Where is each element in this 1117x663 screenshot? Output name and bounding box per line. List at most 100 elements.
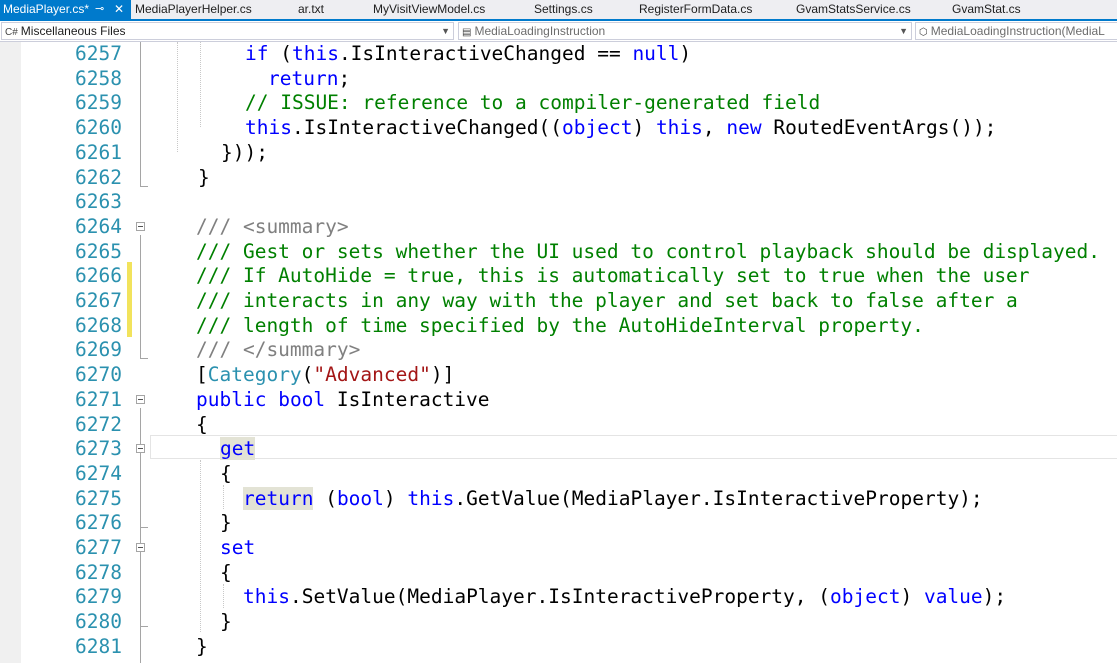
code-line[interactable]: 6265 /// Gest or sets whether the UI use… <box>21 240 1117 265</box>
line-text: this.IsInteractiveChanged((object) this,… <box>245 116 997 140</box>
code-line[interactable]: 6267 /// interacts in any way with the p… <box>21 289 1117 314</box>
editor-margin <box>0 42 21 663</box>
tab-label: MyVisitViewModel.cs <box>373 2 486 16</box>
line-number: 6263 <box>75 190 122 214</box>
tab-gvamstat-cs[interactable]: GvamStat.cs <box>952 0 1021 19</box>
line-text: } <box>220 610 232 634</box>
line-text: if (this.IsInteractiveChanged == null) <box>245 42 692 65</box>
line-text: get <box>220 437 256 461</box>
line-text: this.SetValue(MediaPlayer.IsInteractiveP… <box>243 585 1007 609</box>
code-line[interactable]: 6280 } <box>21 610 1117 635</box>
csharp-file-icon: C# <box>5 27 18 38</box>
code-line[interactable]: 6258 return; <box>21 67 1117 92</box>
line-text: /// If AutoHide = true, this is automati… <box>196 264 1030 288</box>
line-text: /// length of time specified by the Auto… <box>196 313 924 337</box>
line-text: } <box>196 634 208 658</box>
code-line[interactable]: 6262 } <box>21 166 1117 191</box>
tab-registerformdata-cs[interactable]: RegisterFormData.cs <box>639 0 752 19</box>
line-text: return; <box>268 66 351 90</box>
line-number: 6277 <box>75 536 122 559</box>
code-line[interactable]: 6273 get <box>21 437 1117 462</box>
line-number: 6276 <box>75 511 122 535</box>
line-text: /// interacts in any way with the player… <box>196 289 1018 312</box>
code-line[interactable]: 6274 { <box>21 462 1117 487</box>
code-line[interactable]: 6260 this.IsInteractiveChanged((object) … <box>21 116 1117 141</box>
tab-label: GvamStatsService.cs <box>796 2 911 16</box>
class-icon: ▤ <box>462 27 472 38</box>
code-line[interactable]: 6257 if (this.IsInteractiveChanged == nu… <box>21 42 1117 67</box>
code-line[interactable]: 6275 return (bool) this.GetValue(MediaPl… <box>21 486 1117 512</box>
pin-icon[interactable]: ⊸ <box>95 0 104 19</box>
project-dropdown-value: Miscellaneous Files <box>20 24 126 38</box>
type-dropdown-value: MediaLoadingInstruction <box>474 24 606 38</box>
tab-label: GvamStat.cs <box>952 2 1021 16</box>
line-number: 6267 <box>75 289 122 312</box>
line-text: public bool IsInteractive <box>196 387 490 411</box>
member-dropdown[interactable]: ⬡ MediaLoadingInstruction(MediaL <box>915 22 1117 40</box>
line-text: /// <summary> <box>196 214 349 238</box>
tab-mediaplayerhelper-cs[interactable]: MediaPlayerHelper.cs <box>135 0 252 19</box>
document-tab-bar: MediaPlayer.cs* ⊸ ✕ MediaPlayerHelper.cs… <box>0 0 1117 21</box>
chevron-down-icon: ▼ <box>899 26 908 36</box>
line-number: 6280 <box>75 610 122 634</box>
line-number: 6259 <box>75 91 122 115</box>
type-dropdown[interactable]: ▤ MediaLoadingInstruction ▼ <box>458 22 912 40</box>
line-text: // ISSUE: reference to a compiler-genera… <box>245 91 821 115</box>
line-number: 6262 <box>75 165 122 189</box>
code-line[interactable]: 6281 } <box>21 635 1117 660</box>
close-icon[interactable]: ✕ <box>114 0 124 19</box>
code-line[interactable]: 6279 this.SetValue(MediaPlayer.IsInterac… <box>21 585 1117 610</box>
tab-label: MediaPlayer.cs* <box>3 2 90 16</box>
line-text: { <box>220 461 232 485</box>
line-text: } <box>220 511 232 535</box>
code-line[interactable]: 6268 /// length of time specified by the… <box>21 314 1117 339</box>
code-editor[interactable]: 6257 if (this.IsInteractiveChanged == nu… <box>0 42 1117 663</box>
line-text: } <box>198 165 210 189</box>
code-line[interactable]: 6278 { <box>21 561 1117 586</box>
tab-myvisitviewmodel-cs[interactable]: MyVisitViewModel.cs <box>373 0 485 19</box>
line-number: 6281 <box>75 634 122 658</box>
line-text: set <box>220 536 256 559</box>
code-line[interactable]: 6266 /// If AutoHide = true, this is aut… <box>21 264 1117 289</box>
line-number: 6258 <box>75 66 122 90</box>
line-number: 6271 <box>75 387 122 411</box>
line-text: })); <box>221 140 268 164</box>
code-line[interactable]: 6282 <box>21 660 1117 663</box>
line-text: /// </summary> <box>196 338 361 362</box>
code-line[interactable]: 6269 /// </summary> <box>21 338 1117 363</box>
line-number: 6261 <box>75 140 122 164</box>
code-line[interactable]: 6270 [Category("Advanced")] <box>21 363 1117 388</box>
line-number: 6279 <box>75 585 122 609</box>
code-line[interactable]: 6271 public bool IsInteractive <box>21 388 1117 413</box>
code-line[interactable]: 6277 set <box>21 536 1117 561</box>
tab-mediaplayer-cs[interactable]: MediaPlayer.cs* <box>0 0 131 19</box>
line-number: 6268 <box>75 313 122 337</box>
line-text: { <box>196 412 208 436</box>
chevron-down-icon: ▼ <box>441 26 450 36</box>
line-number: 6266 <box>75 264 122 288</box>
line-text: return (bool) this.GetValue(MediaPlayer.… <box>243 486 983 510</box>
tab-settings-cs[interactable]: Settings.cs <box>534 0 593 19</box>
code-line[interactable]: 6259 // ISSUE: reference to a compiler-g… <box>21 91 1117 116</box>
tab-label: ar.txt <box>298 2 325 16</box>
code-line[interactable]: 6264 /// <summary> <box>21 215 1117 240</box>
tab-label: MediaPlayerHelper.cs <box>135 2 252 16</box>
project-dropdown[interactable]: C# Miscellaneous Files ▼ <box>1 22 454 40</box>
line-number: 6260 <box>75 116 122 140</box>
tab-gvamstatsservice-cs[interactable]: GvamStatsService.cs <box>796 0 911 19</box>
line-number: 6278 <box>75 560 122 584</box>
line-number: 6270 <box>75 363 122 387</box>
line-number: 6273 <box>75 437 122 461</box>
code-line[interactable]: 6272 { <box>21 413 1117 438</box>
line-number: 6257 <box>75 42 122 65</box>
tab-ar-txt[interactable]: ar.txt <box>298 0 324 19</box>
member-dropdown-value: MediaLoadingInstruction(MediaL <box>930 24 1105 38</box>
line-number: 6269 <box>75 338 122 362</box>
code-line[interactable]: 6261 })); <box>21 141 1117 166</box>
line-number: 6282 <box>49 660 122 663</box>
code-line[interactable]: 6276 } <box>21 511 1117 536</box>
tab-label: Settings.cs <box>534 2 593 16</box>
code-line[interactable]: 6263 <box>21 190 1117 215</box>
line-text: /// Gest or sets whether the UI used to … <box>196 239 1100 263</box>
navigation-bar: C# Miscellaneous Files ▼ ▤ MediaLoadingIns… <box>0 21 1117 42</box>
